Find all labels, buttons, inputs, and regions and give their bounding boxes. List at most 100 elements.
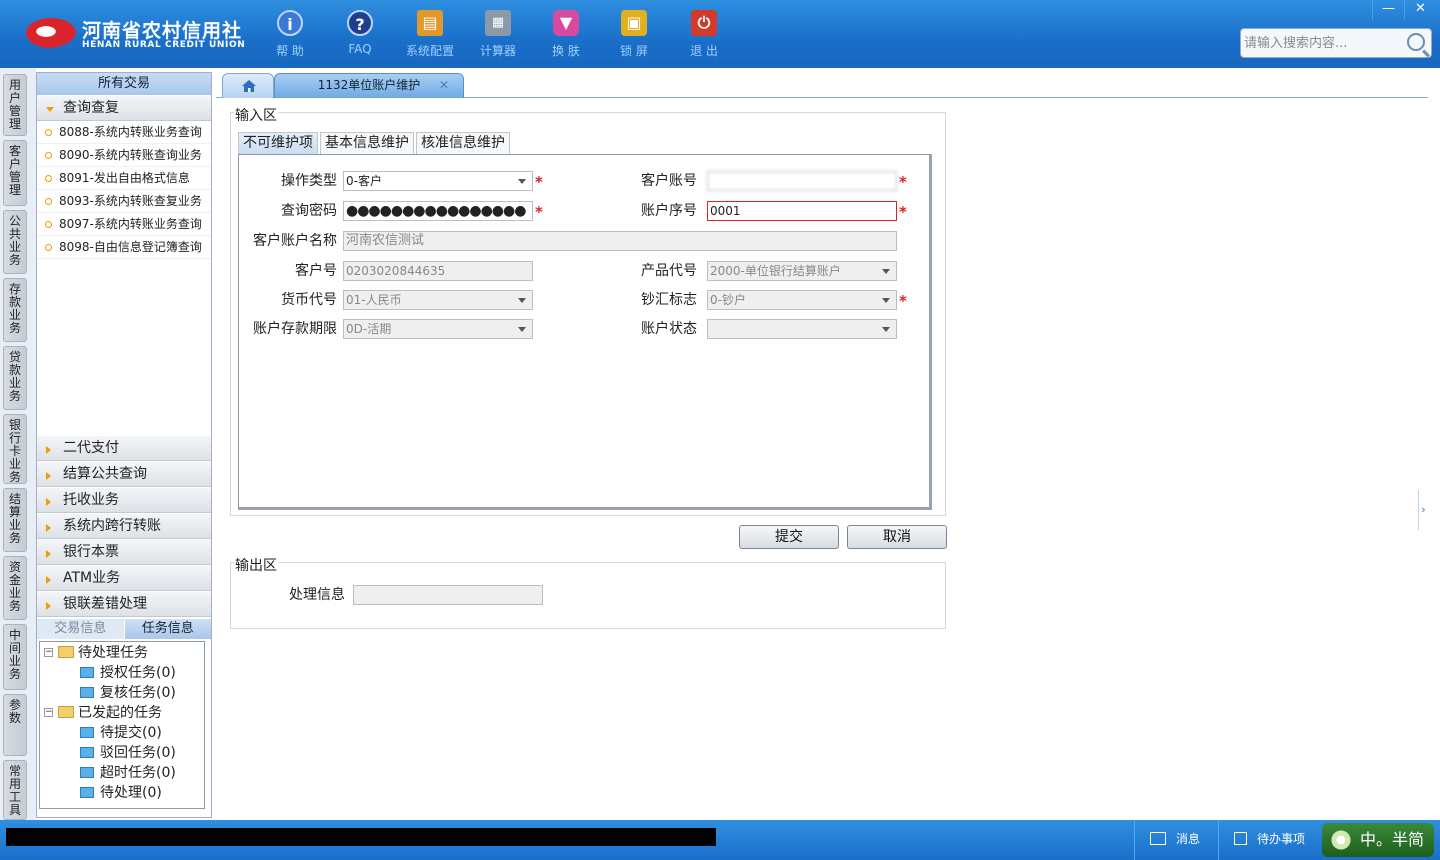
expand-right-handle[interactable]: › <box>1418 490 1428 530</box>
tab-task-info[interactable]: 任务信息 <box>124 619 211 639</box>
calculator-button[interactable]: ▦ 计算器 <box>468 6 528 62</box>
close-window-button[interactable]: ✕ <box>1404 0 1436 20</box>
search-input[interactable] <box>1244 34 1404 52</box>
group-item[interactable]: 托收业务 <box>37 487 211 513</box>
product-code-label: 产品代号 <box>641 263 697 279</box>
cust-account-field[interactable] <box>707 171 897 191</box>
shirt-icon: ▼ <box>553 10 579 36</box>
tree-node-auth[interactable]: 授权任务(0) <box>80 663 176 683</box>
messages-button[interactable]: 消息 <box>1150 828 1200 850</box>
subtab-approval-info[interactable]: 核准信息维护 <box>416 132 510 154</box>
cancel-button[interactable]: 取消 <box>847 525 947 549</box>
group-item[interactable]: 二代支付 <box>37 435 211 461</box>
tree-node-to-process[interactable]: 待处理(0) <box>80 783 162 803</box>
tab-account-maintenance[interactable]: 1132单位账户维护 ✕ <box>274 73 464 98</box>
caret-right-icon <box>46 550 51 558</box>
help-button[interactable]: i 帮 助 <box>260 6 320 62</box>
cust-account-label: 客户账号 <box>641 173 697 189</box>
group-item[interactable]: 银联差错处理 <box>37 591 211 617</box>
vnav-item[interactable]: 参数 <box>3 694 27 756</box>
skin-button[interactable]: ▼ 换 肤 <box>536 6 596 62</box>
transaction-list: 8088-系统内转账业务查询 8090-系统内转账查询业务 8091-发出自由格式信… <box>37 121 211 259</box>
vnav-item[interactable]: 资金业务 <box>3 556 27 620</box>
transaction-item[interactable]: 8088-系统内转账业务查询 <box>37 121 211 144</box>
tree-node-timeout[interactable]: 超时任务(0) <box>80 763 176 783</box>
transaction-label: 8097-系统内转账业务查询 <box>59 217 202 231</box>
proc-info-label: 处理信息 <box>289 587 345 603</box>
bullet-icon <box>45 152 52 159</box>
system-config-button[interactable]: ▤ 系统配置 <box>400 6 460 62</box>
tree-node-rejected[interactable]: 驳回任务(0) <box>80 743 176 763</box>
op-type-select[interactable]: 0-客户 <box>343 171 533 191</box>
term-label: 账户存款期限 <box>253 321 337 337</box>
collapse-toggle[interactable]: − <box>44 648 53 657</box>
all-transactions-header[interactable]: 所有交易 <box>37 73 211 95</box>
subtab-fixed-items[interactable]: 不可维护项 <box>238 132 318 154</box>
vnav-item[interactable]: 公共业务 <box>3 210 27 274</box>
vnav-item[interactable]: 贷款业务 <box>3 346 27 410</box>
transaction-item[interactable]: 8098-自由信息登记簿查询 <box>37 236 211 259</box>
vnav-item[interactable]: 银行卡业务 <box>3 414 27 484</box>
vnav-item[interactable]: 存款业务 <box>3 278 27 342</box>
group-label: 结算公共查询 <box>63 466 147 482</box>
tree-node-review[interactable]: 复核任务(0) <box>80 683 176 703</box>
tab-strip: 1132单位账户维护 ✕ <box>216 72 1428 98</box>
transaction-item[interactable]: 8097-系统内转账业务查询 <box>37 213 211 236</box>
task-icon <box>80 787 94 798</box>
transaction-item[interactable]: 8093-系统内转账查复业务 <box>37 190 211 213</box>
transaction-label: 8098-自由信息登记簿查询 <box>59 240 202 254</box>
tree-node-pending[interactable]: 待处理任务 <box>58 643 148 663</box>
folder-icon <box>58 706 74 718</box>
tree-label: 授权任务(0) <box>100 665 176 681</box>
account-seq-label: 账户序号 <box>641 203 697 219</box>
tree-node-initiated[interactable]: 已发起的任务 <box>58 703 162 723</box>
group-item[interactable]: 结算公共查询 <box>37 461 211 487</box>
search-icon[interactable] <box>1407 33 1425 51</box>
required-mark: * <box>899 292 907 310</box>
subtab-basic-info[interactable]: 基本信息维护 <box>320 132 414 154</box>
credit-union-logo-icon <box>26 18 76 48</box>
query-pwd-field[interactable]: ●●●●●●●●●●●●●●●● <box>343 201 533 221</box>
exit-button[interactable]: ⏻ 退 出 <box>674 6 734 62</box>
chevron-right-icon: › <box>1421 503 1426 516</box>
tab-trade-info[interactable]: 交易信息 <box>37 619 125 639</box>
output-area-title: 输出区 <box>234 555 278 575</box>
status-message-area <box>6 828 716 846</box>
query-pwd-label: 查询密码 <box>281 203 337 219</box>
currency-select: 01-人民币 <box>343 290 533 310</box>
account-seq-field[interactable]: 0001 <box>707 201 897 221</box>
ime-indicator[interactable]: 中。半简 <box>1322 823 1434 857</box>
group-item[interactable]: 系统内跨行转账 <box>37 513 211 539</box>
group-query-reply[interactable]: 查询查复 <box>37 95 211 121</box>
cust-no-field: 0203020844635 <box>343 261 533 281</box>
lock-screen-button[interactable]: ▣ 锁 屏 <box>604 6 664 62</box>
task-icon <box>80 767 94 778</box>
submit-button[interactable]: 提交 <box>739 525 839 549</box>
group-item[interactable]: ATM业务 <box>37 565 211 591</box>
transaction-label: 8090-系统内转账查询业务 <box>59 148 202 162</box>
vnav-item[interactable]: 常用工具 <box>3 760 27 820</box>
required-mark: * <box>899 203 907 221</box>
group-item[interactable]: 银行本票 <box>37 539 211 565</box>
vnav-item[interactable]: 中间业务 <box>3 624 27 690</box>
vnav-item[interactable]: 结算业务 <box>3 488 27 552</box>
collapse-toggle[interactable]: − <box>44 708 53 717</box>
window-controls: — ✕ <box>1372 0 1436 20</box>
bullet-icon <box>45 175 52 182</box>
brand-name-en: HENAN RURAL CREDIT UNION <box>82 40 246 50</box>
transaction-item[interactable]: 8090-系统内转账查询业务 <box>37 144 211 167</box>
required-mark: * <box>535 203 543 221</box>
faq-button[interactable]: ? FAQ <box>330 6 390 62</box>
todo-button[interactable]: 待办事项 <box>1234 828 1305 850</box>
vnav-item[interactable]: 客户管理 <box>3 140 27 206</box>
minimize-button[interactable]: — <box>1372 0 1404 20</box>
required-mark: * <box>535 173 543 191</box>
task-icon <box>80 667 94 678</box>
vnav-item[interactable]: 用户管理 <box>3 74 27 136</box>
proc-info-field <box>353 585 543 605</box>
close-tab-icon[interactable]: ✕ <box>439 74 449 96</box>
tree-node-to-submit[interactable]: 待提交(0) <box>80 723 162 743</box>
lock-icon: ▣ <box>621 10 647 36</box>
transaction-item[interactable]: 8091-发出自由格式信息 <box>37 167 211 190</box>
tab-home[interactable] <box>222 73 274 98</box>
